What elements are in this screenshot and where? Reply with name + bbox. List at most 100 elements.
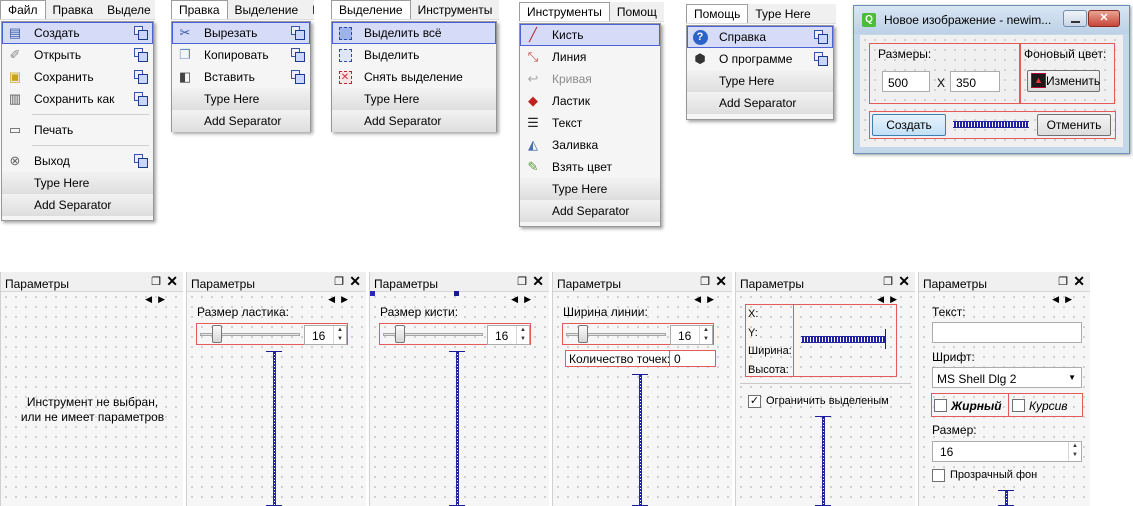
menu-type-here[interactable]: Type Here (332, 88, 496, 110)
spin-arrows-icon[interactable]: ▲ ▼ (516, 326, 529, 344)
menu-type-here[interactable]: Type Here (687, 70, 833, 92)
minimize-button[interactable] (1063, 10, 1087, 27)
menu-edit[interactable]: Правка (171, 0, 228, 19)
close-icon[interactable]: ✕ (349, 273, 361, 290)
scroll-arrows[interactable]: ◀▶ (328, 294, 354, 305)
menu-selection[interactable]: Выделение (331, 0, 411, 19)
close-icon[interactable]: ✕ (715, 273, 727, 290)
scroll-arrows[interactable]: ◀▶ (511, 294, 537, 305)
menu-type-here-top[interactable]: Type Here (748, 4, 817, 23)
menu-item-create[interactable]: ▤ Создать (2, 22, 153, 44)
float-icon[interactable]: ❐ (883, 275, 893, 288)
close-icon[interactable]: ✕ (532, 273, 544, 290)
menu-help[interactable]: Помощ (610, 2, 664, 21)
transparent-bg-checkbox[interactable] (932, 469, 945, 482)
curve-icon: ↩ (527, 71, 539, 86)
menu-item-line[interactable]: ⤡ Линия (520, 46, 660, 68)
menu-item-print[interactable]: ▭ Печать (2, 119, 153, 141)
menu-tools[interactable]: I (305, 0, 314, 19)
font-select[interactable]: MS Shell Dlg 2 ▼ (932, 367, 1082, 388)
menu-edit[interactable]: Правка (46, 0, 101, 19)
menu-help[interactable]: Помощь (686, 4, 749, 23)
menu-file[interactable]: Файл (0, 0, 46, 19)
change-color-button[interactable]: ▲ Изменить (1027, 70, 1100, 92)
spin-arrows-icon[interactable]: ▲ ▼ (1068, 442, 1081, 461)
close-icon[interactable]: ✕ (1073, 273, 1085, 290)
close-button[interactable]: ✕ (1088, 10, 1120, 27)
menu-add-separator[interactable]: Add Separator (687, 92, 833, 114)
menu-item-eraser[interactable]: ◆ Ластик (520, 90, 660, 112)
eraser-size-slider[interactable] (200, 325, 300, 343)
menu-item-cut[interactable]: ✂ Вырезать (172, 22, 310, 44)
scroll-arrows[interactable]: ◀▶ (694, 294, 720, 305)
spin-arrows-icon[interactable]: ▲ ▼ (699, 326, 712, 344)
x-label: X: (748, 308, 759, 320)
text-input[interactable] (932, 322, 1082, 343)
brush-size-spinbox[interactable]: 16 ▲ ▼ (487, 325, 530, 345)
params-dock-empty: Параметры ❐ ✕ ◀▶ Инструмент не выбран, или… (0, 272, 183, 506)
resize-handle-left[interactable] (370, 291, 375, 296)
bold-checkbox[interactable] (934, 399, 947, 412)
float-icon[interactable]: ❐ (334, 275, 344, 288)
menu-add-separator[interactable]: Add Separator (172, 110, 310, 132)
font-label: Шрифт: (932, 350, 975, 364)
menu-selection[interactable]: Выделе (100, 0, 155, 19)
menu-tools[interactable]: Инструменты (411, 0, 499, 19)
menu-item-select-all[interactable]: Выделить всё (332, 22, 496, 44)
menu-item-deselect[interactable]: ✕ Снять выделение (332, 66, 496, 88)
menu-item-paste[interactable]: ◧ Вставить (172, 66, 310, 88)
slider-thumb[interactable] (212, 325, 222, 343)
menu-item-fill[interactable]: ◭ Заливка (520, 134, 660, 156)
float-icon[interactable]: ❐ (1058, 275, 1068, 288)
spin-arrows-icon[interactable]: ▲ ▼ (333, 326, 346, 344)
menu-item-about[interactable]: ⬢ О программе (687, 48, 833, 70)
slider-thumb[interactable] (578, 325, 588, 343)
menu-add-separator[interactable]: Add Separator (520, 200, 660, 222)
float-icon[interactable]: ❐ (517, 275, 527, 288)
brush-size-slider[interactable] (383, 325, 483, 343)
menu-add-separator[interactable]: Add Separator (2, 194, 153, 216)
resize-handle-center[interactable] (454, 291, 459, 296)
dock-titlebar: Параметры ❐ ✕ (187, 272, 366, 292)
close-icon[interactable]: ✕ (898, 273, 910, 290)
menu-item-help[interactable]: ? Справка (687, 26, 833, 48)
menu-item-label: Кривая (552, 72, 592, 86)
menu-item-label: Взять цвет (552, 160, 612, 174)
menu-add-separator[interactable]: Add Separator (332, 110, 496, 132)
eraser-size-spinbox[interactable]: 16 ▲ ▼ (304, 325, 347, 345)
constrain-checkbox[interactable]: ✓ (748, 395, 761, 408)
slider-thumb[interactable] (395, 325, 405, 343)
height-input[interactable]: 350 (950, 71, 1000, 92)
close-icon[interactable]: ✕ (166, 273, 178, 290)
scroll-arrows[interactable]: ◀▶ (145, 294, 171, 305)
menu-item-text[interactable]: ☰ Текст (520, 112, 660, 134)
menu-item-label: Type Here (34, 176, 90, 190)
create-button[interactable]: Создать (872, 114, 946, 136)
horizontal-spacer (801, 336, 885, 343)
float-icon[interactable]: ❐ (700, 275, 710, 288)
menu-item-open[interactable]: ✐ Открыть (2, 44, 153, 66)
line-width-slider[interactable] (566, 325, 666, 343)
menu-tools[interactable]: Инструменты (519, 2, 610, 21)
font-size-spinbox[interactable]: 16 ▲ ▼ (932, 441, 1082, 462)
menu-item-save-as[interactable]: ▥ Сохранить как (2, 88, 153, 110)
menu-item-exit[interactable]: ⊗ Выход (2, 150, 153, 172)
float-icon[interactable]: ❐ (151, 275, 161, 288)
menu-item-select[interactable]: Выделить (332, 44, 496, 66)
italic-checkbox[interactable] (1012, 399, 1025, 412)
menu-item-copy[interactable]: ❐ Копировать (172, 44, 310, 66)
menu-type-here[interactable]: Type Here (520, 178, 660, 200)
menu-type-here[interactable]: Type Here (2, 172, 153, 194)
width-input[interactable]: 500 (882, 71, 930, 92)
menu-type-here[interactable]: Type Here (172, 88, 310, 110)
menu-item-color-picker[interactable]: ✎ Взять цвет (520, 156, 660, 178)
cancel-button[interactable]: Отменить (1037, 114, 1111, 136)
menu-selection[interactable]: Выделение (228, 0, 306, 19)
scroll-arrows[interactable]: ◀▶ (1052, 294, 1078, 305)
menu-item-save[interactable]: ▣ Сохранить (2, 66, 153, 88)
line-width-spinbox[interactable]: 16 ▲ ▼ (670, 325, 713, 345)
menu-item-curve[interactable]: ↩ Кривая (520, 68, 660, 90)
height-value: 350 (956, 76, 977, 90)
menu-item-brush[interactable]: ╱ Кисть (520, 24, 660, 46)
about-icon: ⬢ (694, 51, 706, 66)
